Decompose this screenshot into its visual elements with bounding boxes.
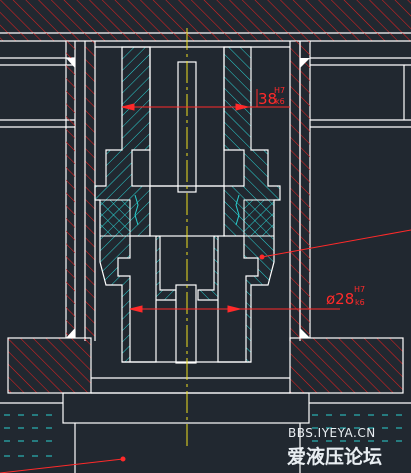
right-wall-hatch [300,41,310,338]
dimension-upper-fit-lower: k6 [275,97,285,106]
watermark-url: BBS.IYEYA.CN [288,426,376,440]
left-wall-hatch [66,41,75,338]
left-plate [0,41,76,338]
dimension-lower-fit-upper: H7 [354,285,365,294]
cad-drawing-canvas: 38 H7 k6 ø28 H7 k6 BBS.IYEYA.CN 爱液压论坛 [0,0,411,473]
bottom-flange [7,337,404,394]
dimension-upper-fit-upper: H7 [274,86,285,95]
top-housing [0,0,411,42]
coupling-spider [99,199,131,237]
dimension-lower-value: ø28 [326,290,354,308]
dimension-lower-fit-lower: k6 [355,298,365,307]
coupling-spider-right [243,199,275,237]
watermark-site-name: 爱液压论坛 [287,445,382,468]
